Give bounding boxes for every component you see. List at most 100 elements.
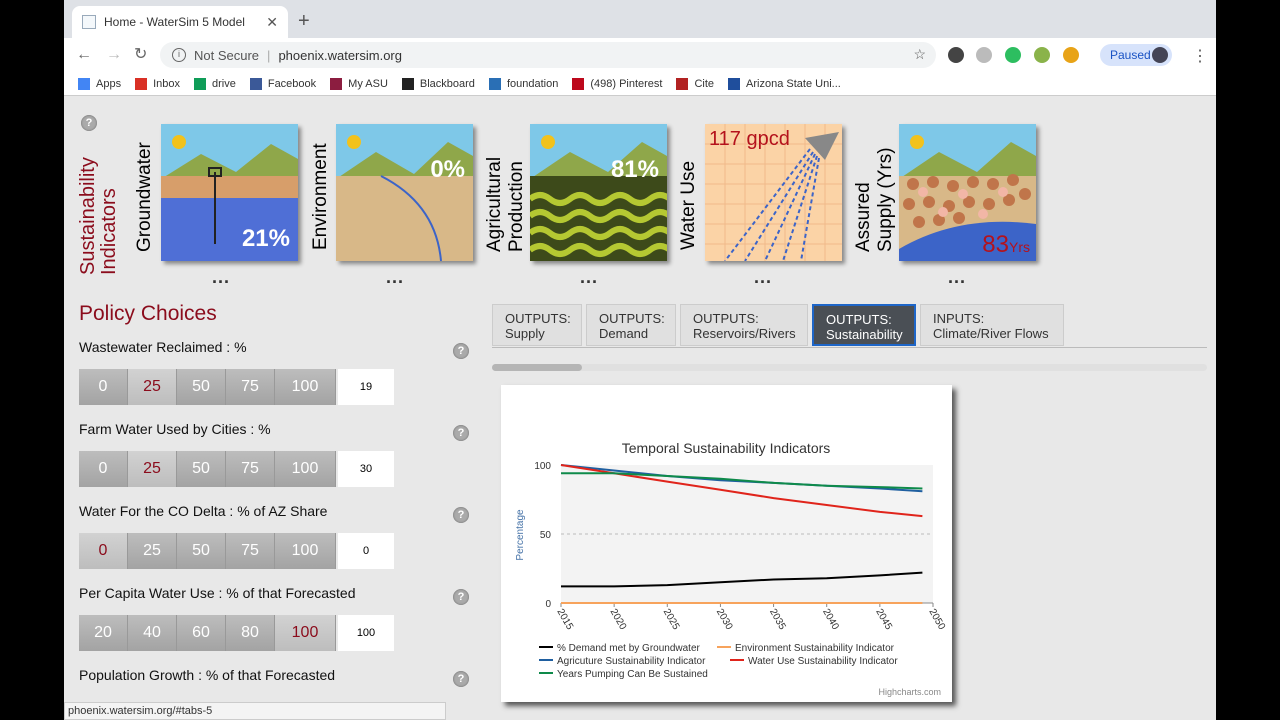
policy-option-button[interactable]: 20 [79, 615, 128, 651]
indicator-more[interactable]: ... [754, 267, 772, 288]
bookmarks-bar: Apps Inbox drive Facebook My ASU Blackboard fo… [64, 72, 1216, 96]
water-use-indicator[interactable]: 117 gpcd [705, 124, 842, 261]
policy-option-button[interactable]: 75 [226, 451, 275, 487]
menu-icon[interactable]: ⋮ [1192, 46, 1208, 66]
x-tick-label: 2025 [661, 607, 682, 632]
legend-item: % Demand met by Groundwater [557, 643, 701, 654]
bookmark-label: Inbox [153, 77, 180, 90]
tab-title: Home - WaterSim 5 Model [104, 15, 245, 29]
indicator-more[interactable]: ... [948, 267, 966, 288]
policy-option-group: 0 25 50 75 100 19 [79, 369, 394, 405]
policy-option-button[interactable]: 40 [128, 615, 177, 651]
forward-icon[interactable]: → [106, 45, 122, 65]
policy-option-button[interactable]: 80 [226, 615, 275, 651]
bookmark-item[interactable]: foundation [488, 77, 558, 90]
evernote-icon[interactable] [1005, 47, 1021, 63]
indicator-more[interactable]: ... [580, 267, 598, 288]
profile-button[interactable]: Paused [1100, 44, 1172, 66]
address-separator: | [267, 47, 271, 63]
extension-quote-icon[interactable] [948, 47, 964, 63]
indicator-more[interactable]: ... [386, 267, 404, 288]
tab-climate-river-flows[interactable]: INPUTS: Climate/River Flows [920, 304, 1064, 346]
close-tab-icon[interactable]: ✕ [266, 14, 278, 31]
chart-title: Temporal Sustainability Indicators [622, 440, 831, 456]
extension-drive-icon[interactable] [976, 47, 992, 63]
help-icon[interactable]: ? [453, 507, 469, 523]
bookmark-item[interactable]: My ASU [330, 77, 388, 90]
extension-owl-icon[interactable] [1063, 47, 1079, 63]
bookmark-item[interactable]: Cite [676, 77, 715, 90]
tab-demand[interactable]: OUTPUTS: Demand [586, 304, 676, 346]
extension-globe-icon[interactable] [1034, 47, 1050, 63]
bookmark-label: Apps [96, 77, 122, 90]
help-icon[interactable]: ? [81, 115, 97, 131]
policy-option-button[interactable]: 0 [79, 451, 128, 487]
indicator-label-environment: Environment [310, 143, 331, 250]
policy-option-button[interactable]: 100 [275, 369, 336, 405]
bookmark-star-icon[interactable]: ☆ [913, 46, 926, 63]
bookmark-item[interactable]: Facebook [249, 77, 316, 90]
new-tab-button[interactable]: + [298, 9, 310, 33]
bookmark-item[interactable]: Inbox [135, 77, 180, 90]
indicator-label-agriculture: Agricultural Production [484, 156, 527, 252]
y-tick-label: 100 [534, 461, 551, 472]
bookmark-item[interactable]: drive [194, 77, 236, 90]
policy-option-button[interactable]: 75 [226, 533, 275, 569]
profile-status: Paused [1110, 48, 1151, 62]
policy-option-button[interactable]: 100 [275, 615, 336, 651]
policy-option-button[interactable]: 0 [79, 533, 128, 569]
help-icon[interactable]: ? [453, 671, 469, 687]
tab-divider [492, 347, 1207, 348]
bookmark-item[interactable]: (498) Pinterest [572, 77, 662, 90]
policy-option-button[interactable]: 50 [177, 451, 226, 487]
assured-supply-indicator[interactable]: 83Yrs [899, 124, 1036, 261]
help-icon[interactable]: ? [453, 589, 469, 605]
bookmark-icon [249, 77, 262, 90]
environment-indicator[interactable]: 0% [336, 124, 473, 261]
reload-icon[interactable]: ↻ [134, 45, 147, 65]
policy-label: Wastewater Reclaimed : % [79, 339, 247, 355]
policy-option-button[interactable]: 100 [275, 451, 336, 487]
indicator-label-water-use: Water Use [678, 160, 699, 250]
back-icon[interactable]: ← [76, 45, 92, 65]
policy-value-field[interactable]: 19 [338, 369, 394, 405]
bookmark-item[interactable]: Blackboard [401, 77, 475, 90]
page-content: ? Sustainability Indicators Groundwater … [64, 97, 1216, 720]
indicator-value: 83Yrs [982, 231, 1030, 259]
tab-category: INPUTS: [933, 311, 985, 326]
horizontal-scrollbar[interactable] [492, 364, 1207, 371]
bookmark-icon [572, 77, 585, 90]
bookmark-item[interactable]: Arizona State Uni... [728, 77, 841, 90]
help-icon[interactable]: ? [453, 425, 469, 441]
policy-option-button[interactable]: 60 [177, 615, 226, 651]
policy-option-button[interactable]: 25 [128, 533, 177, 569]
policy-value-field[interactable]: 30 [338, 451, 394, 487]
groundwater-indicator[interactable]: 21% [161, 124, 298, 261]
policy-value-field[interactable]: 100 [338, 615, 394, 651]
policy-option-button[interactable]: 100 [275, 533, 336, 569]
policy-option-button[interactable]: 50 [177, 533, 226, 569]
x-tick-label: 2040 [820, 607, 841, 632]
tab-reservoirs-rivers[interactable]: OUTPUTS: Reservoirs/Rivers [680, 304, 808, 346]
bookmark-icon [194, 77, 206, 90]
policy-option-button[interactable]: 25 [128, 369, 177, 405]
browser-tab[interactable]: Home - WaterSim 5 Model ✕ [72, 6, 288, 38]
policy-option-button[interactable]: 0 [79, 369, 128, 405]
policy-label: Population Growth : % of that Forecasted [79, 667, 336, 683]
help-icon[interactable]: ? [453, 343, 469, 359]
y-tick-label: 50 [540, 530, 552, 541]
policy-label: Per Capita Water Use : % of that Forecas… [79, 585, 356, 601]
policy-option-button[interactable]: 25 [128, 451, 177, 487]
info-icon[interactable]: i [172, 48, 186, 62]
policy-value-field[interactable]: 0 [338, 533, 394, 569]
agriculture-indicator[interactable]: 81% [530, 124, 667, 261]
scrollbar-thumb[interactable] [492, 364, 582, 371]
tab-supply[interactable]: OUTPUTS: Supply [492, 304, 582, 346]
indicator-more[interactable]: ... [212, 267, 230, 288]
address-bar[interactable]: i Not Secure | phoenix.watersim.org ☆ [160, 42, 936, 68]
bookmark-item[interactable]: Apps [78, 77, 122, 90]
policy-option-button[interactable]: 50 [177, 369, 226, 405]
policy-option-button[interactable]: 75 [226, 369, 275, 405]
tab-sustainability[interactable]: OUTPUTS: Sustainability [812, 304, 916, 346]
bookmark-label: Cite [694, 77, 715, 90]
